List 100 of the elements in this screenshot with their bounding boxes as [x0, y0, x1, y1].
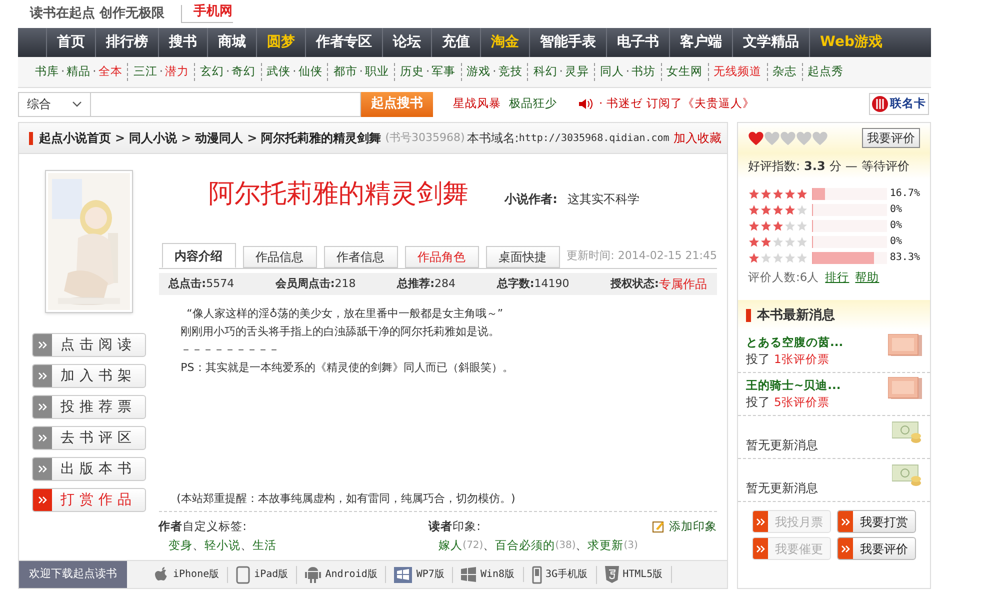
category-link[interactable]: 科幻: [533, 63, 558, 81]
star-icon: [760, 220, 772, 232]
tag-link[interactable]: 轻小说: [204, 537, 241, 554]
category-link[interactable]: 奇幻: [232, 63, 256, 81]
domain-url: http://3035968.qidian.com: [518, 132, 670, 146]
category-link[interactable]: 都市: [333, 63, 358, 81]
breadcrumb-separator: >: [247, 130, 258, 147]
app-link[interactable]: iPad版: [228, 566, 298, 584]
android-icon: [305, 566, 322, 583]
star-icon: [748, 236, 760, 248]
category-link[interactable]: 游戏: [466, 63, 491, 81]
breadcrumb-link[interactable]: 动漫同人: [195, 129, 244, 147]
action-button[interactable]: 出版本书: [32, 457, 146, 481]
star-icon: [796, 220, 808, 232]
breadcrumb-link[interactable]: 同人小说: [129, 129, 178, 147]
hot-link[interactable]: 极品狂少: [509, 95, 557, 113]
impression-link[interactable]: 嫁人: [438, 537, 463, 554]
category-link[interactable]: 女生网: [666, 63, 703, 81]
rating-link[interactable]: 排行: [825, 269, 850, 286]
chevron-icon: [38, 372, 47, 380]
dot-separator: ·: [426, 63, 430, 80]
app-link[interactable]: WP7版: [386, 566, 454, 582]
windows-logo-icon: [394, 566, 412, 582]
category-link[interactable]: 精品: [66, 63, 91, 81]
category-link[interactable]: 起点秀: [808, 63, 844, 81]
star-icon: [796, 236, 808, 248]
separator: 、: [483, 537, 496, 554]
star-icon: [796, 188, 808, 200]
action-button[interactable]: 投推荐票: [32, 395, 146, 419]
category-link[interactable]: 潜力: [164, 63, 189, 81]
score-value: 3.3: [804, 158, 826, 175]
app-link[interactable]: 3G手机版: [524, 566, 597, 584]
add-impression-link[interactable]: 添加印象: [652, 518, 717, 536]
rate-button[interactable]: 我要评价: [862, 128, 920, 148]
select-value: 综合: [27, 96, 51, 113]
star-icon: [796, 204, 808, 216]
tab[interactable]: 桌面快捷: [486, 246, 560, 268]
breadcrumb-link[interactable]: 阿尔托莉雅的精灵剑舞: [261, 129, 382, 147]
app-link[interactable]: iPhone版: [147, 566, 228, 582]
star-icon: [748, 252, 760, 264]
news-verb: 投了: [746, 394, 770, 412]
star-icon: [748, 204, 760, 216]
dot-separator: ·: [159, 63, 163, 80]
tag-link[interactable]: 变身: [168, 537, 193, 554]
category-link[interactable]: 杂志: [772, 63, 797, 81]
tab[interactable]: 作品信息: [242, 246, 317, 268]
category-link[interactable]: 全本: [98, 63, 122, 81]
rating-percent: 0%: [890, 203, 902, 217]
card-link[interactable]: 联名卡: [869, 93, 929, 115]
breadcrumb-link[interactable]: 起点小说首页: [39, 129, 111, 147]
category-link[interactable]: 竞技: [498, 63, 522, 81]
category-link[interactable]: 同人: [600, 63, 624, 81]
rating-percent: 83.3%: [890, 251, 920, 265]
action-button[interactable]: 去书评区: [32, 426, 146, 450]
side-button[interactable]: 我要评价: [837, 537, 916, 560]
news-verb: 投了: [746, 351, 770, 368]
category-link[interactable]: 书坊: [632, 63, 656, 81]
dot-separator: ·: [359, 63, 363, 80]
side-button[interactable]: 我要打赏: [837, 510, 916, 534]
category-link[interactable]: 玄幻: [200, 63, 224, 81]
app-link[interactable]: Win8版: [453, 567, 524, 582]
dot-separator: ·: [226, 63, 230, 80]
review-ticket-icon: [888, 334, 922, 356]
action-button[interactable]: 打赏作品: [32, 488, 146, 512]
category-link[interactable]: 灵异: [564, 63, 589, 81]
star-icon: [784, 188, 796, 200]
search-input[interactable]: [91, 92, 361, 116]
category-link[interactable]: 无线频道: [714, 63, 762, 81]
accent-mark: [29, 132, 33, 144]
money-icon: [892, 463, 922, 488]
category-link[interactable]: 职业: [364, 63, 389, 81]
category-link[interactable]: 三江: [133, 63, 158, 81]
category-select[interactable]: 综合: [18, 92, 91, 116]
dot-separator: ·: [292, 63, 296, 80]
stat-value: 284: [434, 276, 456, 292]
intro-paragraph: “像人家这样的淫♁荡的美少女，放在里番中一般都是女主角哦～”: [186, 306, 504, 322]
rating-link[interactable]: 帮助: [855, 269, 880, 286]
impression-link[interactable]: 求更新: [588, 537, 624, 554]
accent-mark: [746, 308, 751, 322]
hot-link[interactable]: 星战风暴: [453, 95, 501, 113]
app-link[interactable]: HTML5版: [596, 566, 672, 583]
action-button[interactable]: 点击阅读: [32, 333, 146, 357]
news-user[interactable]: とある空腹の茵...: [746, 334, 844, 352]
news-user[interactable]: 王的骑士~贝迪...: [746, 377, 841, 394]
html5-shield-icon: [604, 566, 619, 583]
action-button[interactable]: 加入书架: [32, 364, 146, 388]
tab[interactable]: 作品角色: [404, 246, 479, 268]
category-link[interactable]: 武侠: [266, 63, 291, 81]
tab[interactable]: 作者信息: [324, 246, 398, 268]
app-link[interactable]: Android版: [297, 566, 386, 583]
category-link[interactable]: 历史: [400, 63, 424, 81]
tab[interactable]: 内容介绍: [162, 243, 236, 268]
impression-link[interactable]: 百合必须的: [495, 537, 556, 554]
favorite-link[interactable]: 加入收藏: [673, 129, 722, 147]
review-ticket-icon: [888, 377, 922, 400]
tag-link[interactable]: 生活: [252, 537, 277, 554]
mobile-link[interactable]: 手机网: [180, 5, 233, 23]
category-link[interactable]: 书库: [35, 63, 59, 81]
category-link[interactable]: 军事: [432, 63, 456, 81]
category-link[interactable]: 仙侠: [298, 63, 322, 81]
